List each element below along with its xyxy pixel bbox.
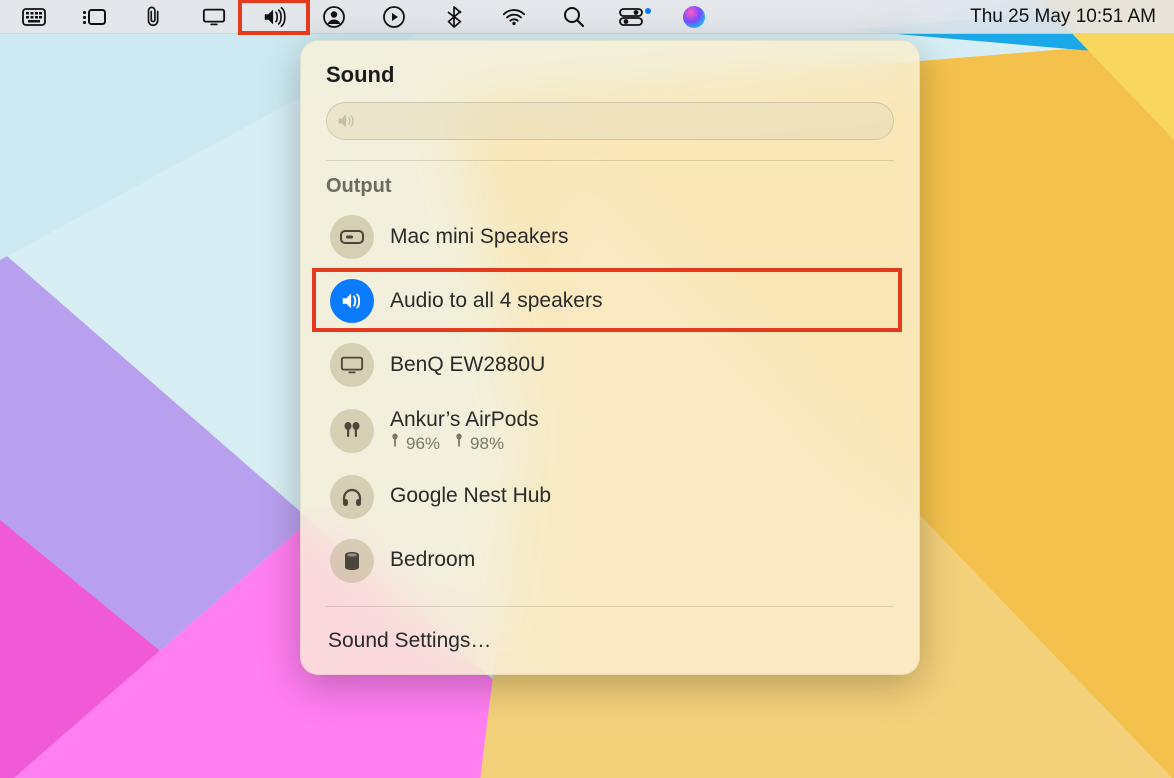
volume-slider-min-icon [327, 103, 367, 139]
now-playing-icon[interactable] [378, 5, 410, 29]
user-icon[interactable] [318, 5, 350, 29]
output-device-text: Google Nest Hub [390, 483, 551, 509]
menubar: Thu 25 May 10:51 AM [0, 0, 1174, 34]
output-device-airpods[interactable]: Ankur’s AirPods 96% 98% [326, 400, 894, 462]
output-device-label: Ankur’s AirPods [390, 407, 539, 433]
keyboard-viewer-icon[interactable] [18, 5, 50, 29]
display-icon [330, 343, 374, 387]
stage-manager-icon[interactable] [78, 5, 110, 29]
airpods-battery-levels: 96% 98% [390, 433, 539, 454]
sound-panel-title: Sound [326, 62, 894, 88]
display-icon[interactable] [198, 5, 230, 29]
airpod-right-battery: 98% [454, 433, 504, 454]
wifi-icon[interactable] [498, 5, 530, 29]
airpods-icon [330, 409, 374, 453]
output-device-label: Audio to all 4 speakers [390, 288, 602, 314]
output-device-label: Mac mini Speakers [390, 224, 569, 250]
paperclip-icon[interactable] [138, 5, 170, 29]
volume-slider[interactable] [326, 102, 894, 140]
control-center-indicator-dot [645, 8, 651, 14]
output-device-bedroom[interactable]: Bedroom [326, 532, 894, 590]
divider [326, 160, 894, 161]
sound-icon[interactable] [258, 5, 290, 29]
control-center-icon[interactable] [618, 5, 650, 29]
sound-settings-link[interactable]: Sound Settings… [326, 621, 894, 655]
output-device-label: BenQ EW2880U [390, 352, 545, 378]
output-device-text: BenQ EW2880U [390, 352, 545, 378]
sound-menu-panel: Sound Output Mac mini Speakers Audio to … [300, 40, 920, 675]
headphones-icon [330, 475, 374, 519]
homepod-icon [330, 539, 374, 583]
output-device-nest[interactable]: Google Nest Hub [326, 468, 894, 526]
output-device-all-4[interactable]: Audio to all 4 speakers [326, 272, 894, 330]
output-device-text: Audio to all 4 speakers [390, 288, 602, 314]
output-device-label: Bedroom [390, 547, 475, 573]
output-device-text: Bedroom [390, 547, 475, 573]
output-device-mac-mini[interactable]: Mac mini Speakers [326, 208, 894, 266]
airpod-left-battery: 96% [390, 433, 440, 454]
output-section-label: Output [326, 175, 894, 198]
spotlight-icon[interactable] [558, 5, 590, 29]
output-device-label: Google Nest Hub [390, 483, 551, 509]
divider [326, 606, 894, 607]
speaker-icon [330, 279, 374, 323]
output-device-list: Mac mini Speakers Audio to all 4 speaker… [326, 208, 894, 590]
bluetooth-icon[interactable] [438, 5, 470, 29]
output-device-text: Ankur’s AirPods 96% 98% [390, 407, 539, 455]
output-device-benq[interactable]: BenQ EW2880U [326, 336, 894, 394]
speaker-rounded-icon [330, 215, 374, 259]
menubar-datetime[interactable]: Thu 25 May 10:51 AM [970, 6, 1156, 28]
output-device-text: Mac mini Speakers [390, 224, 569, 250]
siri-icon[interactable] [678, 5, 710, 29]
menubar-icons [18, 5, 970, 29]
